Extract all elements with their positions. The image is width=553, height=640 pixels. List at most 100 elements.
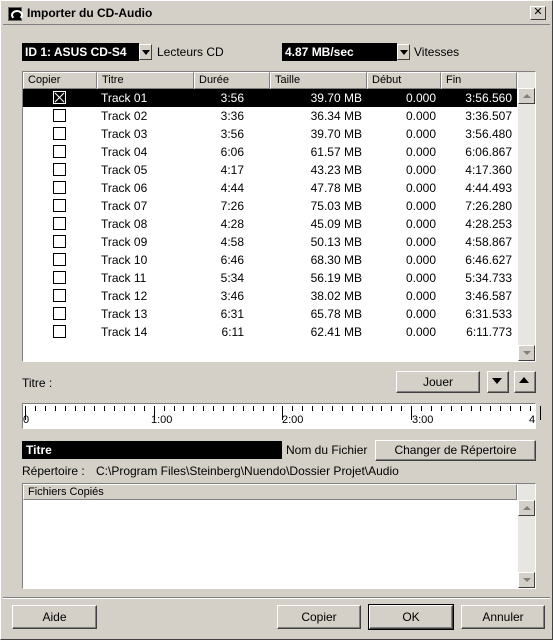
track-table[interactable]: Copier Titre Durée Taille Début Fin Trac…: [22, 71, 536, 362]
directory-path: C:\Program Files\Steinberg\Nuendo\Dossie…: [96, 464, 399, 478]
ruler-tick: [381, 406, 383, 411]
copy-checkbox[interactable]: [53, 325, 66, 338]
cell-title: Track 05: [101, 163, 148, 177]
table-row[interactable]: Track 07 7:26 75.03 MB 0.000 7:26.280: [23, 197, 517, 215]
copy-checkbox[interactable]: [53, 289, 66, 302]
ruler-tick: [74, 406, 76, 411]
table-row[interactable]: Track 11 5:34 56.19 MB 0.000 5:34.733: [23, 269, 517, 287]
ruler-tick: [371, 406, 373, 411]
cell-end: 6:46.627: [465, 253, 512, 267]
table-row[interactable]: Track 12 3:46 38.02 MB 0.000 3:46.587: [23, 287, 517, 305]
copy-checkbox[interactable]: [53, 235, 66, 248]
title-bar[interactable]: Importer du CD-Audio ✕: [3, 3, 550, 25]
column-header-size[interactable]: Taille: [270, 72, 367, 89]
files-scrollbar[interactable]: [518, 484, 535, 588]
import-cd-dialog: Importer du CD-Audio ✕ ID 1: ASUS CD-S4 …: [0, 0, 553, 640]
cell-start: 0.000: [405, 127, 436, 141]
table-row[interactable]: Track 05 4:17 43.23 MB 0.000 4:17.360: [23, 161, 517, 179]
copy-button[interactable]: Copier: [277, 605, 361, 629]
table-row[interactable]: Track 02 3:36 36.34 MB 0.000 3:36.507: [23, 107, 517, 125]
table-row[interactable]: Track 06 4:44 47.78 MB 0.000 4:44.493: [23, 179, 517, 197]
drive-select[interactable]: ID 1: ASUS CD-S4: [22, 43, 139, 61]
copy-checkbox[interactable]: [53, 145, 66, 158]
ruler-tick: [252, 406, 254, 411]
copy-checkbox[interactable]: [53, 181, 66, 194]
copied-files-list[interactable]: Fichiers Copiés: [22, 483, 536, 589]
cell-start: 0.000: [405, 145, 436, 159]
ruler-tick: [193, 406, 195, 411]
table-scrollbar[interactable]: [518, 72, 535, 361]
table-row[interactable]: Track 10 6:46 68.30 MB 0.000 6:46.627: [23, 251, 517, 269]
ruler-tick: [84, 406, 86, 411]
copy-checkbox[interactable]: [53, 253, 66, 266]
drives-label: Lecteurs CD: [157, 45, 224, 59]
ok-button[interactable]: OK: [369, 605, 453, 629]
table-header: Copier Titre Durée Taille Début Fin: [23, 72, 517, 89]
copy-checkbox[interactable]: [53, 127, 66, 140]
column-header-title[interactable]: Titre: [97, 72, 194, 89]
ruler-tick: [322, 406, 323, 411]
cell-start: 0.000: [405, 181, 436, 195]
cell-end: 3:56.480: [465, 127, 512, 141]
cell-size: 75.03 MB: [310, 199, 362, 213]
column-header-copy[interactable]: Copier: [23, 72, 97, 89]
ruler-tick: [391, 406, 393, 411]
track-table-body: Copier Titre Durée Taille Début Fin Trac…: [23, 72, 517, 361]
copy-checkbox[interactable]: [53, 199, 66, 212]
scroll-down-icon[interactable]: [518, 345, 535, 361]
ruler-tick: [421, 406, 422, 411]
play-button[interactable]: Jouer: [396, 371, 480, 393]
cell-end: 3:36.507: [465, 109, 512, 123]
column-header-duration[interactable]: Durée: [194, 72, 270, 89]
ruler-tick: [64, 406, 66, 411]
table-row[interactable]: Track 03 3:56 39.70 MB 0.000 3:56.480: [23, 125, 517, 143]
speed-select[interactable]: 4.87 MB/sec: [282, 43, 397, 61]
copy-checkbox[interactable]: [53, 91, 66, 104]
copy-checkbox[interactable]: [53, 109, 66, 122]
cell-size: 43.23 MB: [310, 163, 362, 177]
cell-duration: 4:28: [220, 217, 244, 231]
files-scroll-down-icon[interactable]: [518, 572, 535, 588]
cell-start: 0.000: [405, 289, 436, 303]
table-row[interactable]: Track 04 6:06 61.57 MB 0.000 6:06.867: [23, 143, 517, 161]
close-icon[interactable]: ✕: [530, 6, 546, 20]
ruler-tick: [470, 406, 472, 411]
table-row[interactable]: Track 09 4:58 50.13 MB 0.000 4:58.867: [23, 233, 517, 251]
cancel-button[interactable]: Annuler: [461, 605, 545, 629]
copy-checkbox[interactable]: [53, 217, 66, 230]
ruler-tick: [262, 406, 264, 411]
table-row[interactable]: Track 14 6:11 62.41 MB 0.000 6:11.773: [23, 323, 517, 341]
help-button[interactable]: Aide: [12, 605, 97, 629]
table-row[interactable]: Track 13 6:31 65.78 MB 0.000 6:31.533: [23, 305, 517, 323]
column-header-start[interactable]: Début: [367, 72, 441, 89]
files-scroll-up-icon[interactable]: [518, 500, 535, 516]
cell-size: 45.09 MB: [310, 217, 362, 231]
move-down-button[interactable]: [487, 371, 509, 393]
cell-start: 0.000: [405, 217, 436, 231]
cell-title: Track 12: [101, 289, 148, 303]
timeline-ruler[interactable]: 0 1:00 2:00 3:00 4: [22, 403, 541, 429]
drive-dropdown-icon[interactable]: [139, 44, 152, 60]
cell-title: Track 06: [101, 181, 148, 195]
cell-duration: 3:46: [220, 289, 244, 303]
speed-dropdown-icon[interactable]: [397, 44, 410, 60]
scroll-up-icon[interactable]: [518, 88, 535, 104]
cell-start: 0.000: [405, 235, 436, 249]
cell-title: Track 04: [101, 145, 148, 159]
cell-title: Track 08: [101, 217, 148, 231]
change-directory-button[interactable]: Changer de Répertoire: [375, 440, 536, 461]
title-field[interactable]: Titre: [22, 441, 282, 459]
ruler-tick: [272, 406, 274, 411]
copy-checkbox[interactable]: [53, 163, 66, 176]
table-row[interactable]: Track 01 3:56 39.70 MB 0.000 3:56.560: [23, 89, 517, 107]
table-row[interactable]: Track 08 4:28 45.09 MB 0.000 4:28.253: [23, 215, 517, 233]
cell-duration: 6:46: [220, 253, 244, 267]
move-up-button[interactable]: [514, 371, 536, 393]
cell-size: 65.78 MB: [310, 307, 362, 321]
ruler-tick: [480, 406, 482, 411]
ruler-tick: [292, 406, 294, 411]
cell-duration: 5:34: [220, 271, 244, 285]
copy-checkbox[interactable]: [53, 271, 66, 284]
copy-checkbox[interactable]: [53, 307, 66, 320]
column-header-end[interactable]: Fin: [441, 72, 517, 89]
